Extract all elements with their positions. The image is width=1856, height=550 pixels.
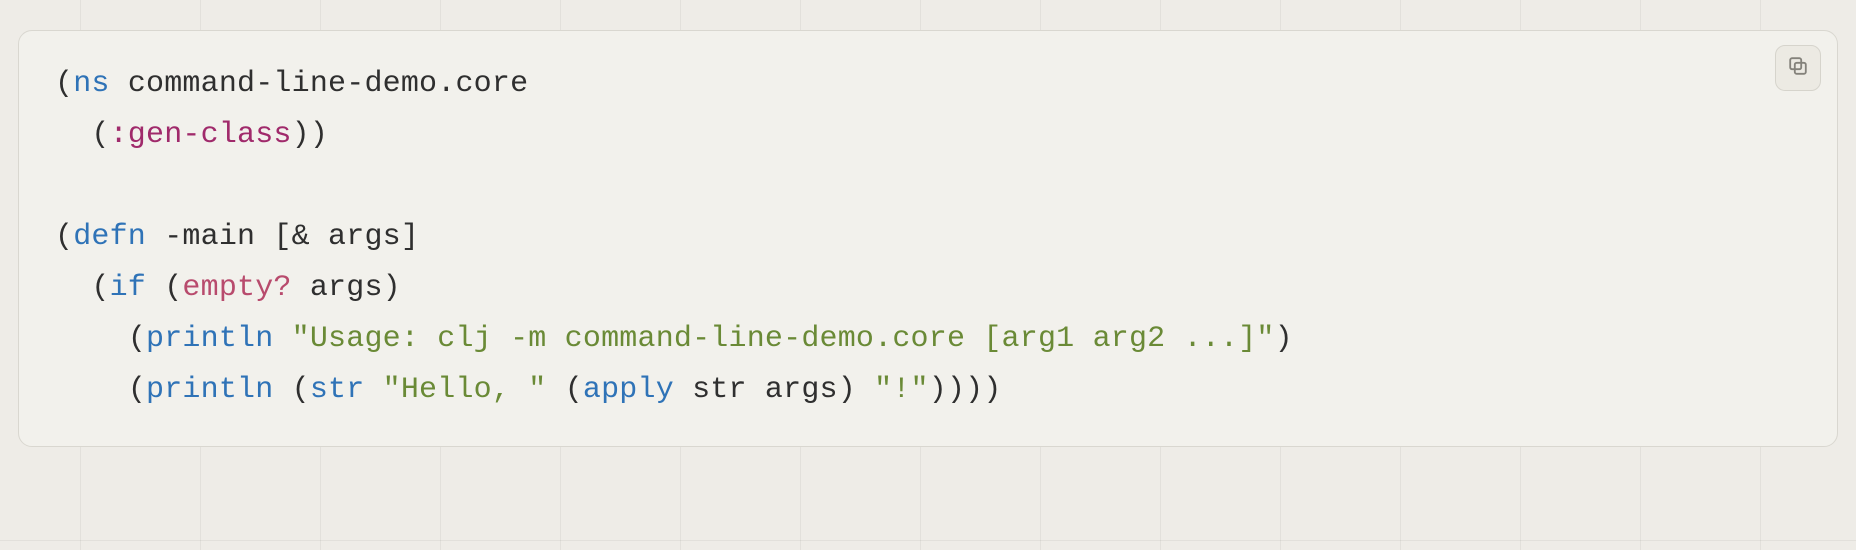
paren: ( <box>91 118 109 152</box>
space <box>146 271 164 305</box>
fn-apply: apply <box>583 373 674 407</box>
fn-empty: empty? <box>182 271 291 305</box>
code-content: (ns command-line-demo.core (:gen-class))… <box>55 59 1801 416</box>
arg: args <box>310 271 383 305</box>
string-literal: "Hello, " <box>383 373 547 407</box>
space <box>146 220 164 254</box>
paren: ) <box>1275 322 1293 356</box>
indent <box>55 373 128 407</box>
space <box>364 373 382 407</box>
paren: ( <box>164 271 182 305</box>
namespace: command-line-demo.core <box>128 67 528 101</box>
copy-icon <box>1787 55 1809 82</box>
paren: ) <box>292 118 310 152</box>
paren: ) <box>383 271 401 305</box>
paren: ( <box>565 373 583 407</box>
fn-println: println <box>146 373 273 407</box>
code-block: (ns command-line-demo.core (:gen-class))… <box>18 30 1838 447</box>
string-literal: "Usage: clj -m command-line-demo.core [a… <box>292 322 1275 356</box>
bracket: [ <box>273 220 291 254</box>
fn-str: str <box>310 373 365 407</box>
paren: ) <box>929 373 947 407</box>
arg: args <box>765 373 838 407</box>
space <box>747 373 765 407</box>
paren: ( <box>292 373 310 407</box>
indent <box>55 322 128 356</box>
kw-gen-class: :gen-class <box>110 118 292 152</box>
paren: ( <box>55 67 73 101</box>
kw-defn: defn <box>73 220 146 254</box>
kw-if: if <box>110 271 146 305</box>
paren: ( <box>128 373 146 407</box>
space <box>310 220 328 254</box>
copy-button[interactable] <box>1775 45 1821 91</box>
paren: ( <box>128 322 146 356</box>
paren: ( <box>91 271 109 305</box>
indent <box>55 118 91 152</box>
arg: args <box>328 220 401 254</box>
bracket: ] <box>401 220 419 254</box>
string-literal: "!" <box>874 373 929 407</box>
indent <box>55 271 91 305</box>
kw-ns: ns <box>73 67 109 101</box>
paren: ) <box>965 373 983 407</box>
paren: ) <box>947 373 965 407</box>
space <box>856 373 874 407</box>
space <box>273 322 291 356</box>
fn-name: -main <box>164 220 255 254</box>
paren: ( <box>55 220 73 254</box>
space <box>292 271 310 305</box>
arg: str <box>692 373 747 407</box>
space <box>674 373 692 407</box>
paren: ) <box>310 118 328 152</box>
paren: ) <box>983 373 1001 407</box>
space <box>546 373 564 407</box>
space <box>110 67 128 101</box>
space <box>273 373 291 407</box>
amp: & <box>292 220 310 254</box>
space <box>255 220 273 254</box>
paren: ) <box>838 373 856 407</box>
fn-println: println <box>146 322 273 356</box>
